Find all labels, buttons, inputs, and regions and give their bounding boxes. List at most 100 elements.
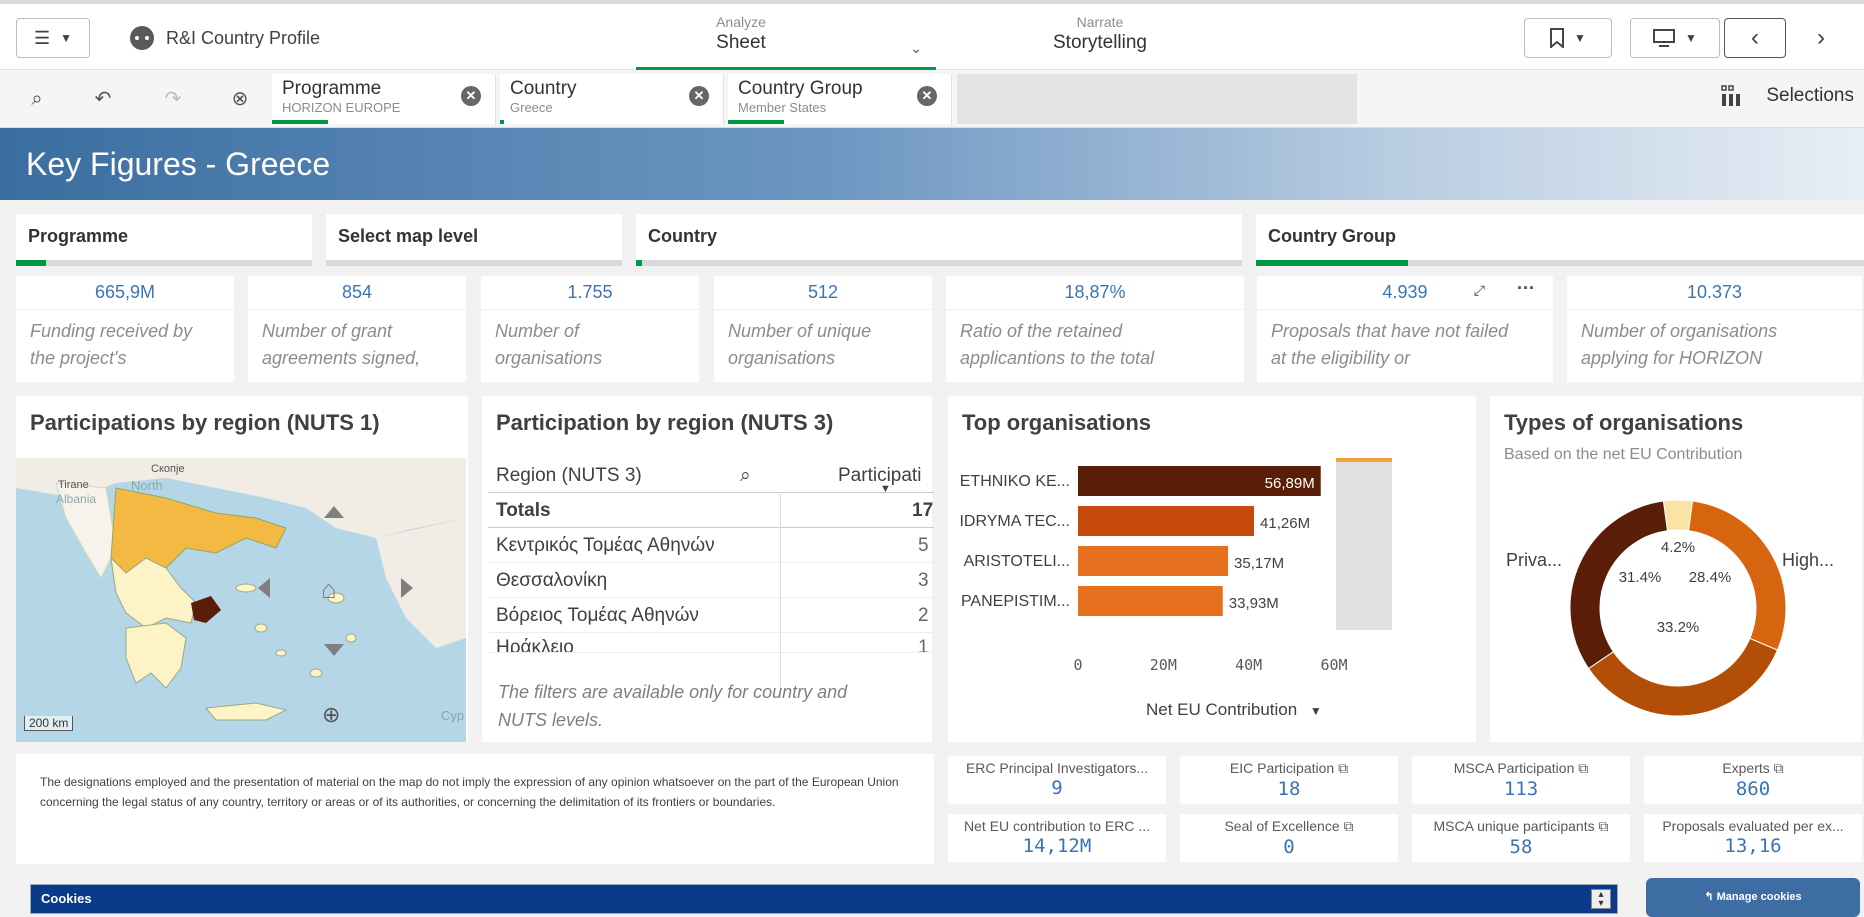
- listbox-programme[interactable]: Programme: [16, 214, 312, 266]
- nuts3-table[interactable]: Region (NUTS 3) ⌕ Participati ▼ Totals 1…: [488, 458, 934, 694]
- chevron-down-icon: ▼: [1574, 31, 1586, 45]
- map-island: [345, 633, 357, 643]
- next-sheet-button[interactable]: ›: [1790, 18, 1852, 58]
- nuts3-panel: Participation by region (NUTS 3) Region …: [482, 396, 934, 742]
- menu-button[interactable]: ☰ ▼: [16, 18, 90, 58]
- kpi-applying-organisations: 10.373 Number of organisations applying f…: [1567, 276, 1862, 382]
- external-link-icon[interactable]: ⧉: [1338, 760, 1348, 776]
- kpi-msca-participation: MSCA Participation ⧉ 113: [1412, 756, 1630, 804]
- kpi-value-text: 4.939: [1382, 282, 1428, 302]
- kpi-desc: Number of grant: [262, 321, 393, 341]
- map-scale: 200 km: [24, 716, 74, 731]
- table-row[interactable]: Θεσσαλονίκη 3: [488, 563, 934, 598]
- kpi-funding: 665,9M Funding received by the project's: [16, 276, 234, 382]
- kpi-label: Net EU contribution to ERC ...: [964, 818, 1150, 834]
- step-forward-icon[interactable]: ↷: [158, 84, 188, 114]
- kpi-retained-ratio: 18,87% Ratio of the retained applicantion…: [946, 276, 1244, 382]
- totals-label: Totals: [496, 500, 551, 521]
- step-back-icon[interactable]: ↶: [88, 84, 118, 114]
- table-row[interactable]: Βόρειος Τομέας Αθηνών 2: [488, 598, 934, 633]
- measure-selector[interactable]: Net EU Contribution ▼: [1146, 700, 1322, 720]
- external-link-icon[interactable]: ⧉: [1598, 818, 1608, 834]
- selections-tool[interactable]: Selections: [1720, 84, 1854, 108]
- top-toolbar: ☰ ▼ R&I Country Profile Analyze Sheet ⌄ …: [0, 0, 1864, 70]
- chart-scroll-thumb: [1336, 458, 1392, 462]
- kpi-value: 665,9M: [16, 276, 234, 310]
- col-header-region[interactable]: Region (NUTS 3): [496, 465, 642, 486]
- category-label: IDRYMA TEC...: [959, 513, 1070, 530]
- selection-state-bar: [500, 120, 504, 124]
- clear-selections-icon[interactable]: ⊗: [225, 84, 255, 114]
- measure-label: Net EU Contribution: [1146, 700, 1298, 719]
- kpi-msca-unique: MSCA unique participants ⧉ 58: [1412, 814, 1630, 862]
- table-row[interactable]: Κεντρικός Τομέας Αθηνών 5: [488, 528, 934, 563]
- chevron-down-icon: ▼: [1685, 31, 1697, 45]
- app-icon: [130, 26, 154, 50]
- kpi-desc: the project's: [30, 348, 127, 368]
- region-value: 2: [918, 605, 929, 626]
- filter-chip-country-group[interactable]: Country Group Member States ✕: [728, 74, 952, 124]
- kpi-desc: agreements signed,: [262, 348, 421, 368]
- analyze-sheet-tab[interactable]: Analyze Sheet ⌄: [636, 14, 936, 70]
- bar: [1078, 586, 1223, 616]
- narrate-storytelling-tab[interactable]: Narrate Storytelling: [1000, 14, 1200, 56]
- top-organisations-chart[interactable]: ETHNIKO KE... 56,89M IDRYMA TEC... 41,26M AR…: [948, 456, 1468, 732]
- bookmark-button[interactable]: ▼: [1524, 18, 1612, 58]
- manage-cookies-button[interactable]: ↰ Manage cookies: [1646, 878, 1860, 917]
- external-link-icon[interactable]: ⧉: [1774, 760, 1784, 776]
- page-title: Key Figures - Greece: [26, 146, 331, 182]
- selection-state-bar: [272, 120, 328, 124]
- types-donut-chart[interactable]: 4.2% 28.4% 33.2% 31.4%: [1490, 476, 1862, 736]
- note-line: The filters are available only for count…: [498, 682, 848, 702]
- map-disclaimer: The designations employed and the presen…: [16, 754, 934, 864]
- tick-label: 20M: [1150, 656, 1177, 674]
- kpi-desc: Funding received by: [30, 321, 193, 341]
- table-header: Region (NUTS 3) ⌕ Participati ▼: [488, 458, 934, 495]
- filter-chip-country[interactable]: Country Greece ✕: [500, 74, 724, 124]
- kpi-seal-of-excellence: Seal of Excellence ⧉ 0: [1180, 814, 1398, 862]
- app-title: R&I Country Profile: [166, 27, 321, 48]
- home-icon[interactable]: ⌂: [321, 574, 337, 605]
- search-icon[interactable]: ⌕: [740, 458, 751, 493]
- listbox-map-level[interactable]: Select map level: [326, 214, 622, 266]
- close-icon[interactable]: ✕: [917, 86, 937, 106]
- previous-sheet-button[interactable]: ‹: [1724, 18, 1786, 58]
- external-link-icon[interactable]: ⧉: [1578, 760, 1588, 776]
- greece-map[interactable]: Tirane North Albania Скопје Cyp ⌂ ⊕ 200 …: [16, 458, 466, 742]
- expand-icon[interactable]: ⤢: [1474, 282, 1485, 299]
- pan-left-icon[interactable]: [258, 578, 270, 598]
- map-island: [309, 668, 323, 678]
- pan-down-icon[interactable]: [324, 644, 344, 656]
- display-button[interactable]: ▼: [1630, 18, 1720, 58]
- table-row[interactable]: Ηράκλειο 1: [488, 633, 934, 653]
- map-region-peloponnese: [125, 622, 187, 689]
- panel-title: Top organisations: [962, 410, 1152, 435]
- kpi-desc: Number of unique: [728, 321, 872, 341]
- app-title-area: R&I Country Profile: [130, 26, 320, 50]
- listbox-title: Programme: [28, 226, 129, 246]
- kpi-erc-contribution: Net EU contribution to ERC ... 14,12M: [948, 814, 1166, 862]
- filter-value: Member States: [738, 100, 827, 115]
- kpi-desc: applying for HORIZON: [1581, 348, 1763, 368]
- pan-right-icon[interactable]: [401, 578, 413, 598]
- cookie-toggle-icon[interactable]: ▴ ▾: [1591, 889, 1611, 909]
- kpi-desc: Proposals that have not failed: [1271, 321, 1509, 341]
- filter-chip-programme[interactable]: Programme HORIZON EUROPE ✕: [272, 74, 496, 124]
- external-link-icon[interactable]: ⧉: [1344, 818, 1354, 834]
- note-line: NUTS levels.: [498, 710, 604, 730]
- kpi-value: 13,16: [1724, 835, 1782, 857]
- top-organisations-panel: Top organisations ETHNIKO KE... 56,89M IDR…: [948, 396, 1476, 742]
- smart-search-icon[interactable]: ⌕: [22, 84, 52, 114]
- narrate-label: Narrate: [1076, 14, 1124, 30]
- monitor-icon: [1653, 29, 1676, 47]
- sheet-label: Sheet: [716, 32, 766, 53]
- more-options-icon[interactable]: ···: [1517, 278, 1535, 299]
- listbox-state-bar: [16, 260, 312, 266]
- close-icon[interactable]: ✕: [461, 86, 481, 106]
- donut-slice: [1587, 637, 1779, 717]
- close-icon[interactable]: ✕: [689, 86, 709, 106]
- zoom-icon[interactable]: ⊕: [322, 702, 340, 728]
- listbox-country[interactable]: Country: [636, 214, 1242, 266]
- pan-up-icon[interactable]: [324, 506, 344, 518]
- listbox-country-group[interactable]: Country Group: [1256, 214, 1864, 266]
